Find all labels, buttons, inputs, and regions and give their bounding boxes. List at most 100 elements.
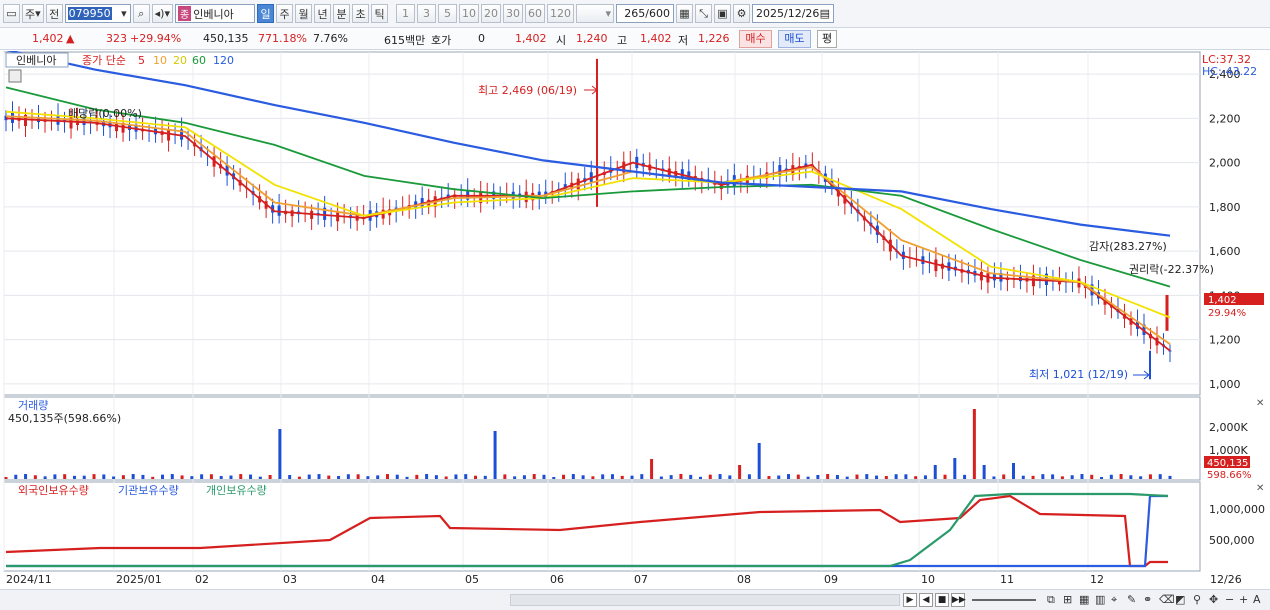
volume-bar	[24, 474, 28, 479]
volume-bar	[63, 474, 67, 479]
volume-bar	[562, 474, 566, 479]
quote-amount: 615백만	[384, 34, 426, 47]
buy-button[interactable]: 매수	[739, 30, 772, 48]
volume-bar	[141, 474, 145, 479]
gear-icon[interactable]: ⚙	[733, 4, 750, 23]
y-tick-label: 1,600	[1209, 245, 1241, 258]
zoom-out-icon[interactable]: −	[1225, 593, 1234, 606]
minute-step-select[interactable]: ▾	[576, 4, 614, 23]
volume-bar	[1070, 475, 1074, 479]
stock-chart[interactable]: 2,4002,2002,0001,8001,6001,4001,2001,000…	[0, 48, 1270, 589]
chart-type-icon[interactable]: ▦	[676, 4, 693, 23]
volume-bar	[787, 474, 791, 479]
speaker-icon[interactable]: ◂)▾	[151, 4, 173, 23]
volume-bar	[415, 474, 419, 479]
chevron-down-icon: ▾	[121, 7, 127, 20]
volume-bar	[33, 475, 37, 479]
volume-bar	[933, 465, 937, 479]
layout-icon[interactable]: ⧉	[1047, 593, 1055, 607]
foreign-series-label: 외국인보유수량	[18, 484, 89, 497]
prev-button[interactable]: 전	[45, 4, 63, 23]
volume-bar	[953, 458, 957, 479]
volume-bar	[1041, 474, 1045, 479]
horizontal-scrollbar[interactable]	[510, 594, 900, 606]
y-tick-label: 1,000	[1209, 378, 1241, 391]
compare-icon[interactable]: ⊞	[1063, 593, 1072, 606]
chart-area[interactable]: 2,4002,2002,0001,8001,6001,4001,2001,000…	[0, 48, 1270, 589]
volume-bar	[679, 474, 683, 479]
interval-select[interactable]: 주 ▾	[22, 4, 44, 23]
minute-step-120[interactable]: 120	[547, 4, 574, 23]
period-year[interactable]: 년	[314, 4, 331, 23]
font-size-icon[interactable]: A	[1253, 593, 1261, 606]
volume-bar	[288, 475, 292, 479]
volume-bar	[904, 474, 908, 479]
volume-bar	[816, 474, 820, 479]
period-day[interactable]: 일	[257, 4, 274, 23]
volume-bar	[728, 475, 732, 479]
open-price: 1,240	[576, 32, 608, 45]
move-icon[interactable]: ✥	[1209, 593, 1218, 606]
minute-step-60[interactable]: 60	[525, 4, 545, 23]
play-icon[interactable]: ▶	[903, 593, 917, 607]
volume-bar	[327, 475, 331, 479]
search-icon[interactable]: ⌕	[132, 4, 150, 23]
date-field[interactable]: 2025/12/26 ▤	[752, 4, 834, 23]
stock-code-input[interactable]: 079950 ▾	[64, 4, 131, 23]
stock-name-field[interactable]: 종 인베니아	[175, 4, 255, 23]
grid-icon[interactable]: ▦	[1079, 593, 1089, 606]
bar-chart-icon[interactable]: ▥	[1095, 593, 1105, 606]
volume-bar	[806, 476, 810, 479]
x-tick-label: 2024/11	[6, 573, 52, 586]
close-icon[interactable]: ✕	[1256, 398, 1264, 409]
volume-bar	[591, 476, 595, 479]
x-tick-label: 09	[824, 573, 838, 586]
volume-bar	[1031, 475, 1035, 479]
volume-bar	[698, 476, 702, 479]
minute-step-1[interactable]: 1	[396, 4, 415, 23]
stop-icon[interactable]: ■	[935, 593, 949, 607]
zoom-in-icon[interactable]: +	[1239, 593, 1248, 606]
panel-settings-icon[interactable]	[8, 69, 22, 83]
step-back-icon[interactable]: ◀	[919, 593, 933, 607]
eraser-icon[interactable]: ⌫	[1159, 593, 1175, 606]
window-icon[interactable]: ▭	[3, 4, 20, 23]
zoom-icon[interactable]: ⚲	[1193, 593, 1201, 606]
current-price-tag-text: 1,402	[1208, 295, 1237, 306]
quote-change-pct: +29.94%	[130, 32, 182, 45]
volume-bar	[1080, 474, 1084, 479]
close-icon[interactable]: ✕	[1256, 483, 1264, 494]
minute-step-20[interactable]: 20	[481, 4, 501, 23]
volume-bar	[972, 409, 976, 479]
volume-bar	[200, 474, 204, 479]
period-second[interactable]: 초	[352, 4, 369, 23]
tool-icon[interactable]: ✎	[1127, 593, 1136, 606]
link-icon[interactable]: ⚭	[1143, 593, 1152, 606]
image-icon[interactable]: ◩	[1175, 593, 1185, 606]
period-tick[interactable]: 틱	[371, 4, 388, 23]
draw-tool-icon[interactable]: ⤡	[695, 4, 712, 23]
period-month[interactable]: 월	[295, 4, 312, 23]
count-field[interactable]: 265/600	[616, 4, 674, 23]
period-week[interactable]: 주	[276, 4, 293, 23]
minute-step-10[interactable]: 10	[459, 4, 479, 23]
volume-bar	[659, 476, 663, 479]
volume-bar	[474, 475, 478, 479]
zoom-slider[interactable]	[972, 599, 1036, 601]
crosshair-icon[interactable]: ⌖	[1111, 593, 1117, 607]
pyeong-button[interactable]: 평	[817, 30, 837, 48]
sell-button[interactable]: 매도	[778, 30, 811, 48]
volume-bar	[278, 429, 282, 479]
minute-step-30[interactable]: 30	[503, 4, 523, 23]
high-price: 1,402	[640, 32, 672, 45]
volume-bar	[738, 465, 742, 479]
save-icon[interactable]: ▣	[714, 4, 731, 23]
volume-bar	[385, 474, 389, 479]
volume-bar	[180, 475, 184, 479]
minute-step-5[interactable]: 5	[438, 4, 457, 23]
count-value: 265	[624, 7, 646, 20]
minute-step-3[interactable]: 3	[417, 4, 436, 23]
period-minute[interactable]: 분	[333, 4, 350, 23]
fast-forward-icon[interactable]: ▶▶	[951, 593, 966, 607]
x-tick-label: 02	[195, 573, 209, 586]
